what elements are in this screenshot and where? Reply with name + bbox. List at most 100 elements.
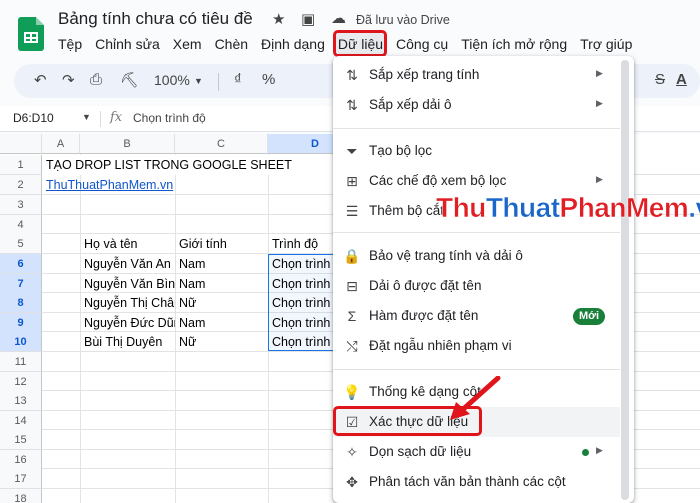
column-header-b[interactable]: B <box>80 134 175 154</box>
menu-help[interactable]: Trợ giúp <box>580 34 632 54</box>
red-arrow-annotation <box>450 376 501 420</box>
sigma-icon: Σ <box>347 308 357 324</box>
redo-icon[interactable]: ↷ <box>62 71 75 89</box>
row-header-4[interactable]: 4 <box>0 215 42 235</box>
menu-format[interactable]: Định dạng <box>261 34 325 54</box>
cell-c6[interactable]: Nam <box>175 254 268 274</box>
row-header-2[interactable]: 2 <box>0 175 42 195</box>
cell-b8[interactable]: Nguyễn Thị Châu <box>80 293 175 313</box>
print-icon[interactable]: ⎙ <box>90 71 102 88</box>
row-header-8[interactable]: 8 <box>0 293 42 313</box>
menu-data[interactable]: Dữ liệu <box>338 34 383 54</box>
menu-item-data-cleanup[interactable]: ✧ Dọn sạch dữ liệu ▶ <box>333 437 620 467</box>
menu-item-create-filter[interactable]: ⏷ Tạo bộ lọc <box>333 136 620 166</box>
menu-item-split-text[interactable]: ✥ Phân tách văn bản thành các cột <box>333 467 620 497</box>
name-box[interactable]: D6:D10 <box>13 111 54 125</box>
cell-c9[interactable]: Nam <box>175 313 268 333</box>
row-header-10[interactable]: 10 <box>0 332 42 352</box>
cell-c7[interactable]: Nam <box>175 274 268 294</box>
row-header-3[interactable]: 3 <box>0 195 42 215</box>
menu-view[interactable]: Xem <box>173 34 202 54</box>
percent-format-icon[interactable]: % <box>262 71 275 88</box>
cell-d9[interactable]: Chọn trình độ <box>268 313 332 333</box>
menu-file[interactable]: Tệp <box>58 34 82 54</box>
row-header-12[interactable]: 12 <box>0 372 42 392</box>
row-header-16[interactable]: 16 <box>0 450 42 470</box>
menu-edit[interactable]: Chỉnh sửa <box>95 34 160 54</box>
cell-b6[interactable]: Nguyễn Văn An <box>80 254 175 274</box>
row-header-5[interactable]: 5 <box>0 234 42 254</box>
menu-item-label: Phân tách văn bản thành các cột <box>369 474 566 489</box>
slicer-icon: ☰ <box>345 203 359 219</box>
cloud-saved-icon: ☁ <box>331 10 346 27</box>
menu-item-label: Sắp xếp trang tính <box>369 67 480 82</box>
lock-icon: 🔒 <box>343 248 361 264</box>
cell-d6[interactable]: Chọn trình độ <box>268 254 332 274</box>
cell-c8[interactable]: Nữ <box>175 293 268 313</box>
menu-extensions[interactable]: Tiện ích mở rộng <box>461 34 567 54</box>
menu-item-named-ranges[interactable]: ⊟ Dải ô được đặt tên <box>333 271 620 301</box>
sort-icon: ⇅ <box>346 67 358 83</box>
menu-divider <box>333 232 620 233</box>
cell-d7[interactable]: Chọn trình độ <box>268 274 332 294</box>
google-sheets-window: Bảng tính chưa có tiêu đề ★ ▣ ☁ Đã lưu v… <box>0 0 700 503</box>
cell-d10[interactable]: Chọn trình độ <box>268 332 332 352</box>
paint-format-icon[interactable]: ⛏ <box>120 71 139 89</box>
chevron-right-icon: ▶ <box>596 98 603 108</box>
row-header-17[interactable]: 17 <box>0 469 42 489</box>
row-header-11[interactable]: 11 <box>0 352 42 372</box>
select-all-corner[interactable] <box>0 134 42 154</box>
filter-views-icon: ⊞ <box>346 173 358 189</box>
zoom-select[interactable]: 100% <box>154 72 190 88</box>
sheets-logo-icon[interactable] <box>18 17 44 51</box>
menu-scrollbar[interactable] <box>621 60 629 500</box>
menu-item-named-functions[interactable]: Σ Hàm được đặt tên Mới <box>333 301 620 331</box>
menu-insert[interactable]: Chèn <box>215 34 248 54</box>
saved-status: Đã lưu vào Drive <box>356 13 450 27</box>
cell-b9[interactable]: Nguyễn Đức Dũng <box>80 313 175 333</box>
cell-c5[interactable]: Giới tính <box>175 234 268 254</box>
cell-d8[interactable]: Chọn trình độ <box>268 293 332 313</box>
row-header-15[interactable]: 15 <box>0 430 42 450</box>
undo-icon[interactable]: ↶ <box>34 71 47 89</box>
document-title[interactable]: Bảng tính chưa có tiêu đề <box>58 9 253 29</box>
star-icon[interactable]: ★ <box>272 10 285 28</box>
row-header-6[interactable]: 6 <box>0 254 42 274</box>
watermark-logo: ThuThuatPhanMem.vn <box>436 192 700 224</box>
cell-a2-link[interactable]: ThuThuatPhanMem.vn <box>42 175 175 195</box>
cell-b10[interactable]: Bùi Thị Duyên <box>80 332 175 352</box>
fx-icon: fx <box>110 110 123 125</box>
cell-a1[interactable]: TẠO DROP LIST TRONG GOOGLE SHEET <box>42 155 342 175</box>
row-header-14[interactable]: 14 <box>0 411 42 431</box>
cell-d5[interactable]: Trình độ <box>268 234 332 254</box>
zoom-dropdown-chevron-icon[interactable]: ▼ <box>194 76 203 86</box>
row-header-13[interactable]: 13 <box>0 391 42 411</box>
currency-format-icon[interactable]: ₫ <box>234 71 242 88</box>
sort-icon: ⇅ <box>346 97 358 113</box>
text-color-icon[interactable]: A <box>676 71 687 88</box>
cell-b7[interactable]: Nguyễn Văn Bình <box>80 274 175 294</box>
row-header-7[interactable]: 7 <box>0 274 42 294</box>
cell-b5[interactable]: Họ và tên <box>80 234 175 254</box>
formula-input[interactable]: Chọn trình độ <box>133 111 206 125</box>
watermark-part: Thuat <box>485 192 561 224</box>
split-columns-icon: ✥ <box>346 474 358 490</box>
strikethrough-icon[interactable]: S <box>655 71 665 88</box>
row-header-18[interactable]: 18 <box>0 489 42 503</box>
move-folder-icon[interactable]: ▣ <box>301 10 315 28</box>
menu-item-label: Dải ô được đặt tên <box>369 278 482 293</box>
cell-c10[interactable]: Nữ <box>175 332 268 352</box>
formula-divider <box>100 111 101 127</box>
menu-item-protect-sheets[interactable]: 🔒 Bảo vệ trang tính và dải ô <box>333 241 620 271</box>
column-header-c[interactable]: C <box>175 134 268 154</box>
named-range-icon: ⊟ <box>346 278 358 294</box>
name-box-chevron-icon[interactable]: ▼ <box>82 112 91 122</box>
menu-item-sort-sheet[interactable]: ⇅ Sắp xếp trang tính ▶ <box>333 60 620 90</box>
menu-item-sort-range[interactable]: ⇅ Sắp xếp dải ô ▶ <box>333 90 620 120</box>
menu-tools[interactable]: Công cụ <box>396 34 448 54</box>
column-header-a[interactable]: A <box>42 134 80 154</box>
menu-item-label: Sắp xếp dải ô <box>369 97 452 112</box>
row-header-9[interactable]: 9 <box>0 313 42 333</box>
menu-item-randomize-range[interactable]: ⤭ Đặt ngẫu nhiên phạm vi <box>333 331 620 361</box>
row-header-1[interactable]: 1 <box>0 155 42 175</box>
